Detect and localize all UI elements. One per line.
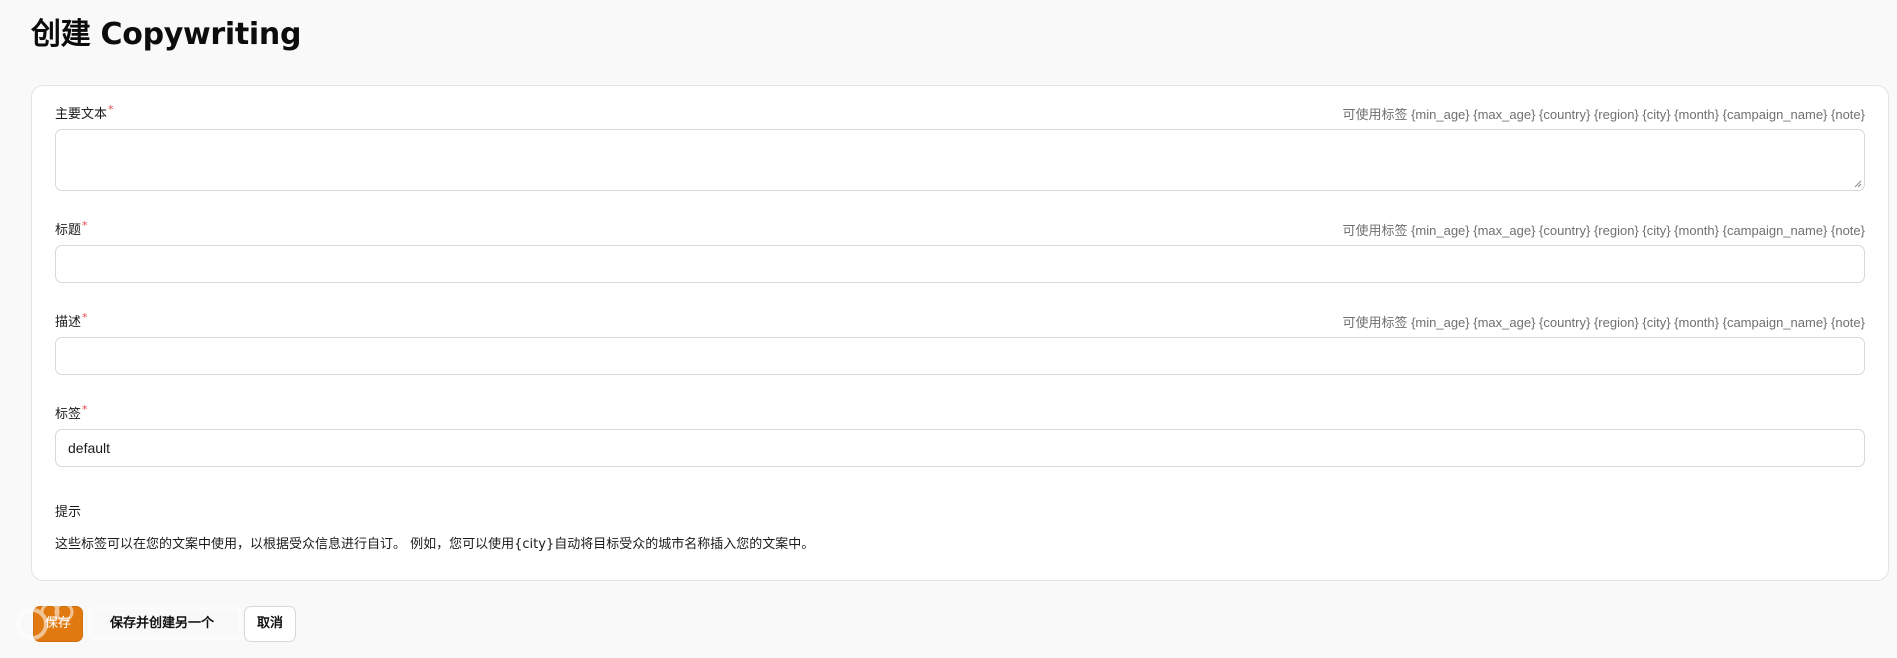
required-mark: *	[82, 310, 88, 324]
required-mark: *	[108, 102, 114, 116]
required-mark: *	[82, 218, 88, 232]
primary-text-label: 主要文本*	[55, 102, 114, 125]
tips-text: 这些标签可以在您的文案中使用，以根据受众信息进行自订。 例如，您可以使用{cit…	[55, 537, 815, 552]
headline-label-text: 标题	[55, 223, 82, 238]
headline-tag-hint: 可使用标签 {min_age} {max_age} {country} {reg…	[1342, 223, 1865, 238]
headline-label: 标题*	[55, 218, 88, 241]
description-label-text: 描述	[55, 315, 82, 330]
description-field: 描述* 可使用标签 {min_age} {max_age} {country} …	[55, 310, 1865, 379]
page: 创建 Copywriting 主要文本* 可使用标签 {min_age} {ma…	[0, 0, 1897, 658]
description-field-header: 描述* 可使用标签 {min_age} {max_age} {country} …	[55, 310, 1865, 333]
headline-input[interactable]	[55, 245, 1865, 283]
description-tag-hint: 可使用标签 {min_age} {max_age} {country} {reg…	[1342, 315, 1865, 330]
headline-field-header: 标题* 可使用标签 {min_age} {max_age} {country} …	[55, 218, 1865, 241]
primary-text-field: 主要文本* 可使用标签 {min_age} {max_age} {country…	[55, 102, 1865, 195]
tags-label-text: 标签	[55, 407, 82, 422]
tags-field: 标签* default	[55, 402, 1865, 471]
description-label: 描述*	[55, 310, 88, 333]
tags-label: 标签*	[55, 402, 88, 425]
resize-handle-icon[interactable]	[1853, 179, 1862, 188]
description-input[interactable]	[55, 337, 1865, 375]
page-title: 创建 Copywriting	[31, 17, 302, 52]
copywriting-form-card: 主要文本* 可使用标签 {min_age} {max_age} {country…	[31, 85, 1889, 581]
primary-text-tag-hint: 可使用标签 {min_age} {max_age} {country} {reg…	[1342, 107, 1865, 122]
tips-title: 提示	[55, 505, 82, 520]
tags-input[interactable]: default	[55, 429, 1865, 467]
primary-text-label-text: 主要文本	[55, 107, 108, 122]
primary-text-field-header: 主要文本* 可使用标签 {min_age} {max_age} {country…	[55, 102, 1865, 125]
required-mark: *	[82, 402, 88, 416]
save-and-create-another-button[interactable]: 保存并创建另一个	[92, 606, 232, 642]
headline-field: 标题* 可使用标签 {min_age} {max_age} {country} …	[55, 218, 1865, 287]
save-button[interactable]: 保存	[33, 606, 83, 642]
cancel-button[interactable]: 取消	[244, 606, 296, 642]
primary-text-textarea[interactable]	[55, 129, 1865, 191]
tags-field-header: 标签*	[55, 402, 1865, 425]
